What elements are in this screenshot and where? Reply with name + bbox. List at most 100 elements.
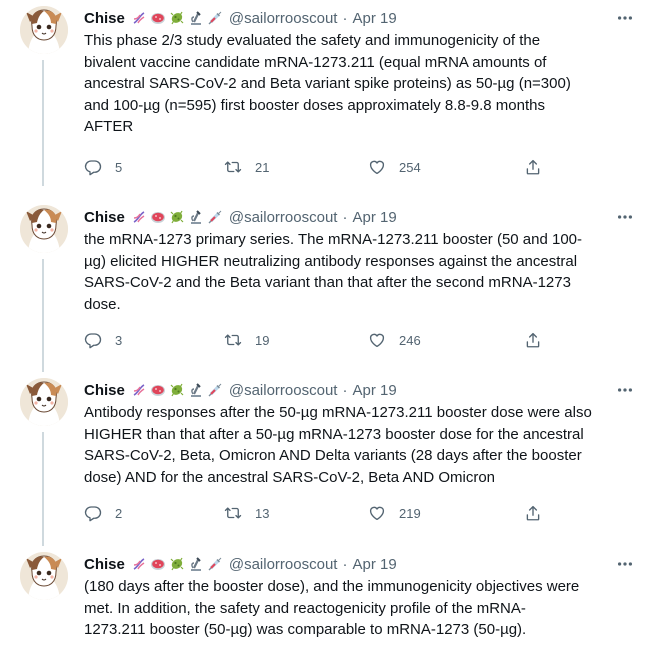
retweet-button[interactable]: 13: [224, 504, 368, 522]
dna-icon: [131, 382, 147, 398]
share-icon: [524, 504, 542, 522]
like-icon: [368, 158, 386, 176]
name-emojis: [131, 382, 223, 398]
like-count: 246: [399, 332, 421, 348]
retweet-icon: [224, 331, 242, 349]
like-button[interactable]: 219: [368, 504, 524, 522]
name-emojis: [131, 10, 223, 26]
tweet[interactable]: Chise @sailorrooscout · Apr 19 This phas…: [0, 0, 657, 186]
dna-icon: [131, 556, 147, 572]
reply-count: 2: [115, 505, 123, 521]
more-icon: [616, 555, 634, 573]
tweet-date[interactable]: Apr 19: [352, 209, 396, 226]
thread-connector-line: [42, 60, 44, 186]
tweet-date[interactable]: Apr 19: [352, 556, 396, 573]
tweet-actions: 3 19 246: [84, 330, 542, 350]
more-icon: [616, 9, 634, 27]
share-button[interactable]: [524, 504, 542, 522]
tweet[interactable]: Chise @sailorrooscout · Apr 19 the mRNA-…: [0, 199, 657, 372]
petri-dish-icon: [150, 382, 166, 398]
name-emojis: [131, 556, 223, 572]
reply-count: 5: [115, 159, 123, 175]
tweet-text: (180 days after the booster dose), and t…: [84, 578, 580, 638]
like-button[interactable]: 246: [368, 331, 524, 349]
microscope-icon: [188, 10, 204, 26]
microscope-icon: [188, 209, 204, 225]
retweet-button[interactable]: 19: [224, 331, 368, 349]
retweet-button[interactable]: 21: [224, 158, 368, 176]
tweet-actions: 5 21 254: [84, 157, 542, 177]
like-icon: [368, 504, 386, 522]
avatar[interactable]: [20, 6, 68, 54]
user-handle[interactable]: @sailorrooscout: [229, 556, 338, 573]
reply-count: 3: [115, 332, 123, 348]
syringe-icon: [207, 10, 223, 26]
dna-icon: [131, 209, 147, 225]
petri-dish-icon: [150, 209, 166, 225]
microbe-icon: [169, 209, 185, 225]
reply-icon: [84, 158, 102, 176]
microbe-icon: [169, 382, 185, 398]
microbe-icon: [169, 556, 185, 572]
tweet-thread: Chise @sailorrooscout · Apr 19 This phas…: [0, 0, 657, 646]
tweet-date[interactable]: Apr 19: [352, 10, 396, 27]
tweet-text: Antibody responses after the 50-µg mRNA-…: [84, 404, 592, 486]
microscope-icon: [188, 382, 204, 398]
share-button[interactable]: [524, 331, 542, 349]
more-icon: [616, 381, 634, 399]
separator-dot: ·: [342, 555, 348, 573]
separator-dot: ·: [342, 208, 348, 226]
retweet-count: 19: [255, 332, 270, 348]
retweet-count: 21: [255, 159, 270, 175]
tweet-header: Chise @sailorrooscout · Apr 19: [84, 7, 397, 29]
tweet-date[interactable]: Apr 19: [352, 382, 396, 399]
reply-icon: [84, 504, 102, 522]
display-name[interactable]: Chise: [84, 556, 125, 573]
user-handle[interactable]: @sailorrooscout: [229, 382, 338, 399]
display-name[interactable]: Chise: [84, 209, 125, 226]
thread-connector-line: [42, 432, 44, 546]
name-emojis: [131, 209, 223, 225]
tweet-header: Chise @sailorrooscout · Apr 19: [84, 206, 397, 228]
avatar[interactable]: [20, 552, 68, 600]
petri-dish-icon: [150, 10, 166, 26]
tweet[interactable]: Chise @sailorrooscout · Apr 19 Antibody …: [0, 372, 657, 546]
reply-button[interactable]: 2: [84, 504, 224, 522]
like-count: 254: [399, 159, 421, 175]
more-options-button[interactable]: [615, 380, 635, 400]
retweet-icon: [224, 158, 242, 176]
share-icon: [524, 331, 542, 349]
more-options-button[interactable]: [615, 8, 635, 28]
reply-icon: [84, 331, 102, 349]
reply-button[interactable]: 3: [84, 331, 224, 349]
user-handle[interactable]: @sailorrooscout: [229, 10, 338, 27]
separator-dot: ·: [342, 381, 348, 399]
tweet[interactable]: Chise @sailorrooscout · Apr 19 (180 days…: [0, 546, 657, 646]
reply-button[interactable]: 5: [84, 158, 224, 176]
thread-connector-line: [42, 259, 44, 372]
microscope-icon: [188, 556, 204, 572]
avatar[interactable]: [20, 205, 68, 253]
share-icon: [524, 158, 542, 176]
like-icon: [368, 331, 386, 349]
more-options-button[interactable]: [615, 554, 635, 574]
display-name[interactable]: Chise: [84, 10, 125, 27]
microbe-icon: [169, 10, 185, 26]
dna-icon: [131, 10, 147, 26]
avatar[interactable]: [20, 378, 68, 426]
tweet-text: the mRNA-1273 primary series. The mRNA-1…: [84, 231, 583, 313]
syringe-icon: [207, 556, 223, 572]
retweet-count: 13: [255, 505, 270, 521]
share-button[interactable]: [524, 158, 542, 176]
more-options-button[interactable]: [615, 207, 635, 227]
petri-dish-icon: [150, 556, 166, 572]
separator-dot: ·: [342, 9, 348, 27]
user-handle[interactable]: @sailorrooscout: [229, 209, 338, 226]
syringe-icon: [207, 209, 223, 225]
tweet-actions: 2 13 219: [84, 503, 542, 523]
tweet-header: Chise @sailorrooscout · Apr 19: [84, 379, 397, 401]
like-button[interactable]: 254: [368, 158, 524, 176]
display-name[interactable]: Chise: [84, 382, 125, 399]
retweet-icon: [224, 504, 242, 522]
tweet-header: Chise @sailorrooscout · Apr 19: [84, 553, 397, 575]
